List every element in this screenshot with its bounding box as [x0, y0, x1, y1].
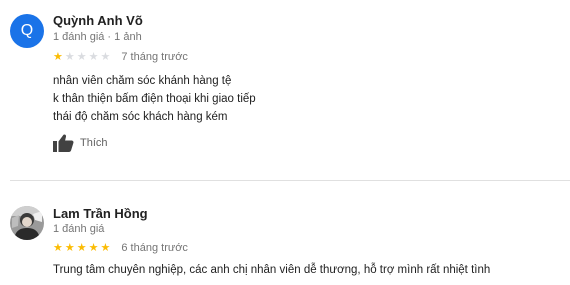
like-label: Thích: [80, 137, 108, 149]
reviews-panel: Q Quỳnh Anh Võ 1 đánh giá · 1 ảnh ★ ★ ★ …: [0, 0, 570, 285]
star-icon: ★: [100, 241, 111, 254]
profile-photo: [10, 206, 44, 240]
review-text-line: k thân thiện bấm điện thoại khi giao tiế…: [53, 93, 256, 105]
author-name[interactable]: Lam Trần Hồng: [53, 206, 148, 221]
star-icon: ★: [88, 50, 99, 63]
star-rating: ★ ★ ★ ★ ★: [53, 50, 112, 63]
rating-row: ★ ★ ★ ★ ★ 7 tháng trước: [53, 50, 188, 64]
thumbs-up-icon: [53, 134, 74, 152]
like-button[interactable]: Thích: [53, 133, 108, 153]
avatar-letter: Q: [20, 22, 34, 39]
rating-row: ★ ★ ★ ★ ★ 6 tháng trước: [53, 241, 188, 255]
review-time: 6 tháng trước: [121, 242, 188, 254]
star-icon: ★: [64, 241, 75, 254]
star-icon: ★: [64, 50, 75, 63]
review-text-line: thái độ chăm sóc khách hàng kém: [53, 111, 228, 123]
review-text-line: nhân viên chăm sóc khánh hàng tệ: [53, 75, 232, 87]
avatar[interactable]: [10, 206, 44, 240]
author-meta: 1 đánh giá: [53, 223, 105, 235]
star-icon: ★: [76, 50, 87, 63]
review-time: 7 tháng trước: [121, 51, 188, 63]
review-text: Trung tâm chuyên nghiệp, các anh chị nhâ…: [53, 261, 490, 279]
review-text-line: Trung tâm chuyên nghiệp, các anh chị nhâ…: [53, 264, 491, 276]
star-icon: ★: [100, 50, 111, 63]
star-icon: ★: [53, 241, 63, 254]
author-name[interactable]: Quỳnh Anh Võ: [53, 13, 143, 28]
avatar[interactable]: Q: [10, 14, 44, 48]
star-icon: ★: [76, 241, 87, 254]
star-rating: ★ ★ ★ ★ ★: [53, 241, 112, 254]
review-text: nhân viên chăm sóc khánh hàng tệ k thân …: [53, 72, 256, 126]
star-icon: ★: [53, 50, 63, 63]
divider: [10, 180, 570, 181]
author-meta: 1 đánh giá · 1 ảnh: [53, 31, 142, 43]
star-icon: ★: [88, 241, 99, 254]
